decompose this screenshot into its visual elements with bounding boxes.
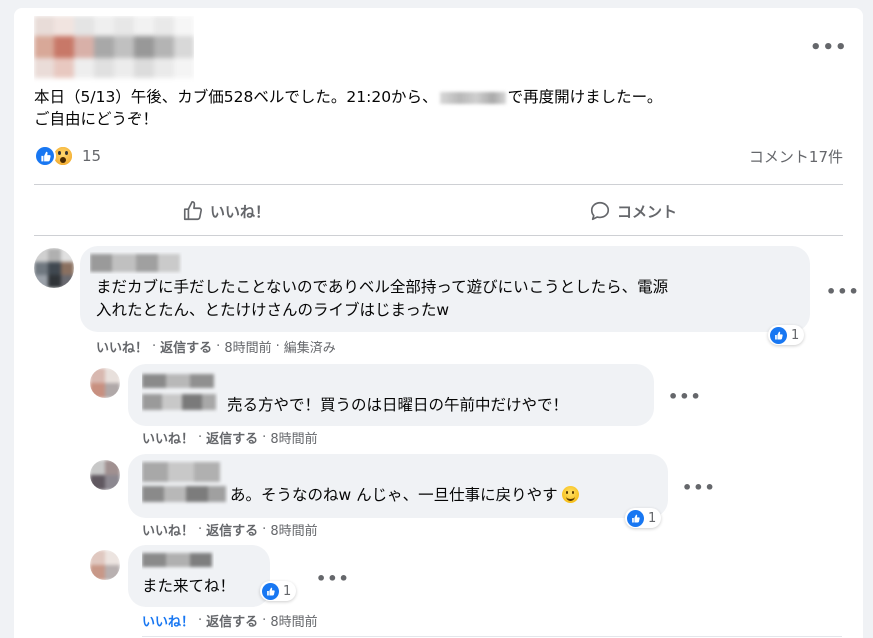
comment-button[interactable]: コメント <box>589 194 677 228</box>
like-button[interactable]: いいね！ <box>182 194 270 228</box>
like-button-label: いいね！ <box>210 202 271 221</box>
comment-meta: いいね！ · 返信する · 8時間前 <box>142 611 318 630</box>
comment-meta: いいね！ · 返信する · 8時間前 <box>142 428 318 447</box>
comment-timestamp[interactable]: 8時間前 <box>270 428 317 447</box>
post-text-part: 本日（5/13）午後、カブ価528ベルでした。21:20から、 <box>34 88 438 106</box>
comment-more-button[interactable]: ••• <box>826 284 860 300</box>
comment-text: また来てね！ <box>142 577 236 595</box>
avatar[interactable] <box>34 248 74 288</box>
comment-author-blurred[interactable] <box>142 370 218 418</box>
divider <box>34 235 843 236</box>
comment-meta: いいね！ · 返信する · 8時間前 · 編集済み <box>96 337 336 356</box>
avatar[interactable] <box>90 460 120 490</box>
comment-edited-label: 編集済み <box>283 341 336 356</box>
comment-reply-link[interactable]: 返信する <box>206 611 258 630</box>
post-more-button[interactable]: ••• <box>810 39 848 57</box>
reaction-summary[interactable]: 15 <box>34 145 101 167</box>
post-card: ••• 本日（5/13）午後、カブ価528ベルでした。21:20から、 で再度開け… <box>14 8 863 638</box>
post-text-part: で再度開けましたー。 <box>507 88 663 106</box>
redacted-name <box>439 91 506 104</box>
comment-icon <box>590 201 610 221</box>
comment-more-button[interactable]: ••• <box>668 389 702 405</box>
comment-reaction-count: 1 <box>648 510 657 526</box>
comment-timestamp[interactable]: 8時間前 <box>270 611 317 630</box>
divider <box>34 184 843 185</box>
like-reaction-icon <box>34 145 56 167</box>
comment-like-link[interactable]: いいね！ <box>142 428 194 447</box>
comment-reaction-badge[interactable]: 1 <box>625 508 662 528</box>
comment-reaction-count: 1 <box>283 583 292 599</box>
comment-reaction-badge[interactable]: 1 <box>260 581 297 601</box>
comment-author-blurred[interactable] <box>142 550 214 574</box>
post-text-line: ご自由にどうぞ！ <box>34 110 159 128</box>
comment-more-button[interactable]: ••• <box>316 571 350 587</box>
comment-reply-link[interactable]: 返信する <box>206 520 258 539</box>
thumbs-up-icon <box>183 201 203 221</box>
post-author-blurred[interactable] <box>34 16 194 84</box>
comment-reply-link[interactable]: 返信する <box>160 337 212 356</box>
comment-author-blurred[interactable] <box>90 252 182 278</box>
comment-text-line: まだカブに手だしたことないのでありベル全部持って遊びにいこうとしたら、電源 <box>96 278 669 296</box>
comment-more-button[interactable]: ••• <box>682 480 716 496</box>
like-reaction-icon <box>627 509 644 527</box>
like-reaction-icon <box>770 326 787 344</box>
comment-timestamp[interactable]: 8時間前 <box>270 520 317 539</box>
comment-reply-link[interactable]: 返信する <box>206 428 258 447</box>
comment-like-link[interactable]: いいね！ <box>142 520 194 539</box>
comment-like-link[interactable]: いいね！ <box>142 611 194 630</box>
smile-emoji-icon <box>561 486 579 503</box>
comment-text: あ。そうなのねw んじゃ、一旦仕事に戻りやす <box>230 484 579 507</box>
post-text: 本日（5/13）午後、カブ価528ベルでした。21:20から、 で再度開けましたー… <box>34 86 662 130</box>
like-reaction-icon <box>262 582 279 600</box>
comment-meta: いいね！ · 返信する · 8時間前 <box>142 520 318 539</box>
comment-text: 売る方やで！買うのは日曜日の午前中だけやで！ <box>227 396 569 414</box>
comment-like-link[interactable]: いいね！ <box>96 337 148 356</box>
comment-author-blurred[interactable] <box>142 460 228 510</box>
comment-reaction-badge[interactable]: 1 <box>768 325 805 345</box>
comment-text-content: あ。そうなのねw んじゃ、一旦仕事に戻りやす <box>230 486 558 504</box>
comment-count-link[interactable]: コメント17件 <box>749 146 843 167</box>
comment-text: まだカブに手だしたことないのでありベル全部持って遊びにいこうとしたら、電源 入れ… <box>96 276 668 322</box>
comment-reaction-count: 1 <box>791 327 800 343</box>
comment-text-line: 入れたとたん、とたけけさんのライブはじまったw <box>96 301 450 319</box>
avatar[interactable] <box>90 368 120 398</box>
reaction-count: 15 <box>82 147 102 165</box>
divider <box>142 636 842 637</box>
comment-timestamp[interactable]: 8時間前 <box>224 337 271 356</box>
comment-button-label: コメント <box>617 202 678 221</box>
avatar[interactable] <box>90 550 120 580</box>
